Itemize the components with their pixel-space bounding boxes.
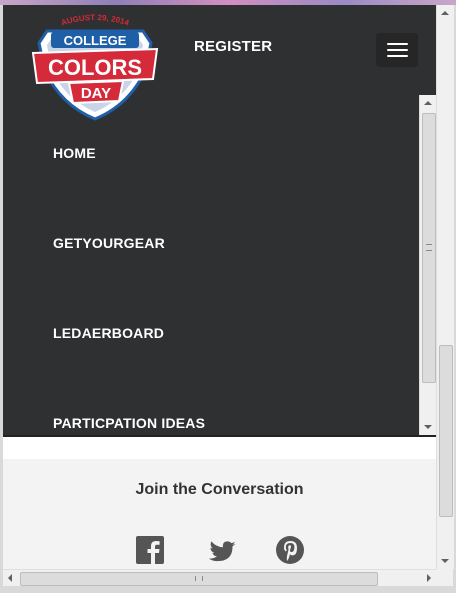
twitter-icon[interactable] bbox=[205, 535, 239, 565]
scroll-left-icon[interactable] bbox=[8, 574, 12, 582]
nav-item-home[interactable]: HOME bbox=[53, 145, 96, 161]
scroll-right-icon[interactable] bbox=[427, 574, 431, 582]
nav-item-participation-ideas[interactable]: PARTICPATION IDEAS bbox=[53, 415, 205, 431]
logo-colors-text: COLORS bbox=[48, 55, 142, 80]
logo-day-text: DAY bbox=[81, 85, 111, 102]
logo-date-text: AUGUST 29, 2014 bbox=[60, 13, 131, 28]
hamburger-icon bbox=[387, 49, 408, 51]
scroll-down-icon[interactable] bbox=[424, 425, 432, 429]
scrollbar-corner bbox=[436, 569, 453, 586]
menu-toggle-button[interactable] bbox=[376, 33, 418, 67]
facebook-icon[interactable] bbox=[135, 535, 165, 565]
scroll-up-icon[interactable] bbox=[441, 11, 449, 15]
nav-item-get-your-gear[interactable]: GETYOURGEAR bbox=[53, 235, 165, 251]
page-viewport: REGISTER AUGUST 29, 2014 COLLEGE COLORS … bbox=[3, 5, 436, 569]
join-conversation-heading: Join the Conversation bbox=[135, 481, 304, 498]
menu-scrollbar[interactable] bbox=[419, 95, 436, 435]
page-horizontal-scrollbar[interactable] bbox=[3, 569, 436, 587]
logo-college-text: COLLEGE bbox=[64, 33, 127, 48]
page-scroll-thumb[interactable] bbox=[439, 345, 453, 517]
hamburger-icon bbox=[387, 55, 408, 57]
college-colors-day-logo[interactable]: AUGUST 29, 2014 COLLEGE COLORS DAY bbox=[29, 9, 161, 121]
nav-item-leaderboard[interactable]: LEDAERBOARD bbox=[53, 325, 164, 341]
horizontal-scroll-thumb[interactable] bbox=[20, 572, 378, 586]
scroll-up-icon[interactable] bbox=[424, 101, 432, 105]
scroll-down-icon[interactable] bbox=[441, 559, 449, 563]
register-link[interactable]: REGISTER bbox=[194, 38, 272, 55]
hamburger-icon bbox=[387, 43, 408, 45]
content-band bbox=[3, 437, 436, 459]
menu-scroll-thumb[interactable] bbox=[422, 113, 436, 383]
page-vertical-scrollbar[interactable] bbox=[436, 5, 454, 569]
window-bottom-edge bbox=[0, 586, 456, 593]
pinterest-icon[interactable] bbox=[275, 535, 305, 565]
nav-menu: HOME GETYOURGEAR LEDAERBOARD PARTICPATIO… bbox=[3, 95, 419, 435]
